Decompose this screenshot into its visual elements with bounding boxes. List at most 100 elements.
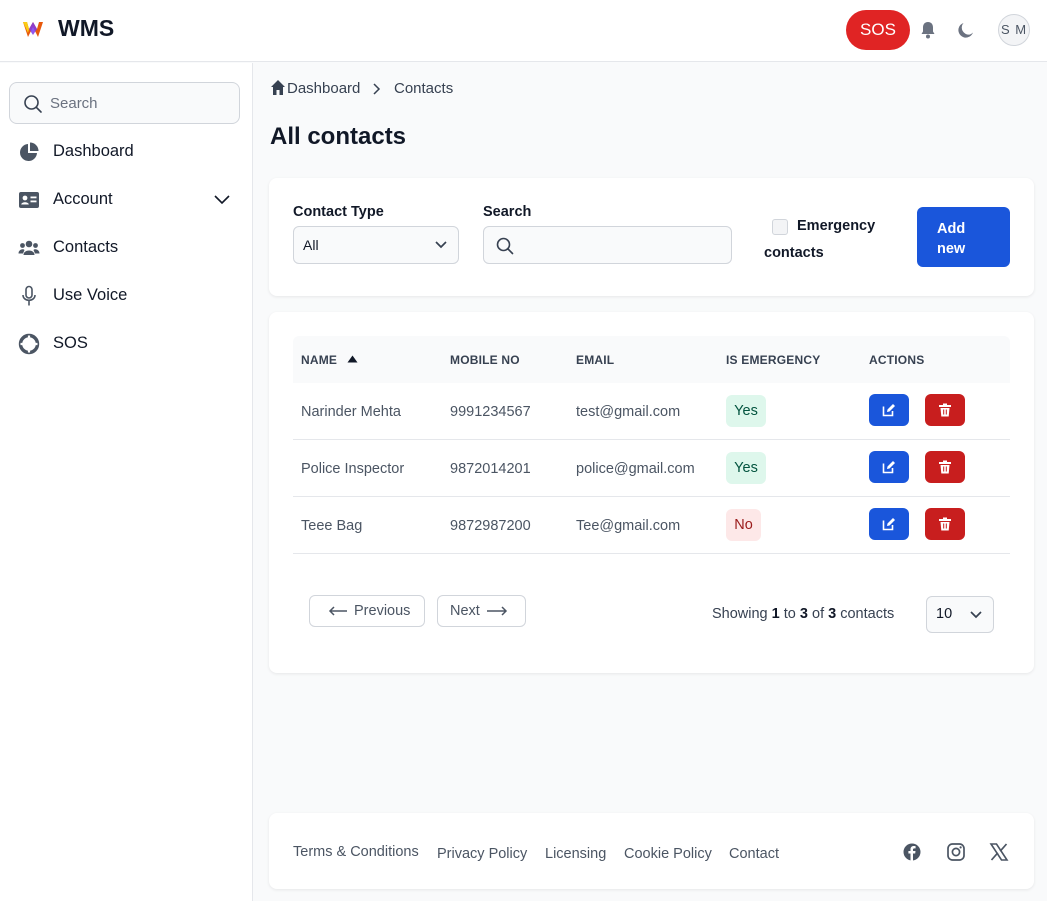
sidebar-item-label: Use Voice <box>53 286 128 304</box>
edit-button[interactable] <box>869 451 909 483</box>
instagram-icon[interactable] <box>946 842 966 862</box>
showing-suffix: contacts <box>840 606 895 622</box>
arrow-left-icon <box>328 606 347 616</box>
x-icon[interactable] <box>989 842 1009 862</box>
emergency-badge: Yes <box>726 452 766 484</box>
search-label: Search <box>483 204 532 220</box>
edit-button[interactable] <box>869 508 909 540</box>
sidebar-search-input[interactable]: Search <box>9 82 240 124</box>
cell-name: Narinder Mehta <box>301 404 401 420</box>
cell-mobile: 9872987200 <box>450 518 531 534</box>
pagination-summary: Showing 1 to 3 of 3 contacts <box>712 606 894 622</box>
column-header-mobile: MOBILE NO <box>450 353 520 367</box>
edit-icon <box>882 518 895 531</box>
arrow-right-icon <box>487 606 508 616</box>
moon-icon[interactable] <box>956 20 976 40</box>
contacts-table-card: NAME MOBILE NO EMAIL IS EMERGENCY ACTION… <box>269 312 1034 673</box>
sidebar-item-label: Account <box>53 190 113 208</box>
contacts-search-input[interactable] <box>483 226 732 264</box>
trash-icon <box>939 517 951 531</box>
pie-chart-icon <box>20 142 39 161</box>
sidebar-item-dashboard[interactable]: Dashboard <box>0 132 253 172</box>
per-page-select[interactable]: 10 <box>926 596 994 633</box>
chevron-down-icon <box>970 611 982 619</box>
brand-name[interactable]: WMS <box>58 15 114 42</box>
cell-email: test@gmail.com <box>576 404 681 420</box>
edit-button[interactable] <box>869 394 909 426</box>
sidebar-item-sos[interactable]: SOS <box>0 324 253 364</box>
next-label: Next <box>450 603 480 619</box>
emergency-badge: Yes <box>726 395 766 427</box>
cell-email: police@gmail.com <box>576 461 695 477</box>
sidebar-search-placeholder: Search <box>50 95 98 112</box>
previous-label: Previous <box>354 603 411 619</box>
cell-name: Police Inspector <box>301 461 405 477</box>
sidebar-item-use-voice[interactable]: Use Voice <box>0 276 253 316</box>
cell-name: Teee Bag <box>301 518 363 534</box>
edit-icon <box>882 461 895 474</box>
user-avatar[interactable]: S M <box>998 14 1030 46</box>
trash-icon <box>939 460 951 474</box>
top-header: WMS SOS S M <box>0 0 1047 62</box>
contact-type-select[interactable]: All <box>293 226 459 264</box>
table-row: Police Inspector 9872014201 police@gmail… <box>293 440 1010 497</box>
sort-ascending-icon[interactable] <box>347 355 358 363</box>
table-header: NAME MOBILE NO EMAIL IS EMERGENCY ACTION… <box>293 336 1010 383</box>
wms-logo-icon[interactable] <box>20 16 46 42</box>
sos-button[interactable]: SOS <box>846 10 910 50</box>
sidebar-item-account[interactable]: Account <box>0 180 253 220</box>
footer-link-terms[interactable]: Terms & Conditions <box>293 844 419 860</box>
footer-link-contact[interactable]: Contact <box>729 846 779 862</box>
per-page-value: 10 <box>936 606 953 622</box>
delete-button[interactable] <box>925 508 965 540</box>
id-card-icon <box>19 192 39 208</box>
column-header-actions: ACTIONS <box>869 353 925 367</box>
footer-link-cookie[interactable]: Cookie Policy <box>624 846 712 862</box>
add-new-label-2: new <box>937 241 966 257</box>
delete-button[interactable] <box>925 394 965 426</box>
sidebar-item-contacts[interactable]: Contacts <box>0 228 253 268</box>
emergency-contacts-label: Emergency <box>797 218 876 234</box>
showing-prefix: Showing <box>712 606 768 622</box>
breadcrumb-dashboard-link[interactable]: Dashboard <box>287 80 360 97</box>
contact-type-value: All <box>303 237 319 253</box>
footer-link-privacy[interactable]: Privacy Policy <box>437 846 527 862</box>
column-header-email: EMAIL <box>576 353 615 367</box>
sidebar-item-label: Dashboard <box>53 142 134 160</box>
previous-button[interactable]: Previous <box>309 595 425 627</box>
cell-email: Tee@gmail.com <box>576 518 681 534</box>
search-icon <box>496 237 514 255</box>
footer-link-licensing[interactable]: Licensing <box>545 846 606 862</box>
showing-to: 3 <box>799 606 808 622</box>
delete-button[interactable] <box>925 451 965 483</box>
showing-total: 3 <box>828 606 837 622</box>
chevron-down-icon <box>435 241 447 249</box>
emergency-checkbox[interactable] <box>772 219 788 235</box>
contact-type-label: Contact Type <box>293 204 384 220</box>
cell-mobile: 9991234567 <box>450 404 531 420</box>
breadcrumb-current: Contacts <box>394 80 454 97</box>
column-header-name[interactable]: NAME <box>301 353 337 367</box>
lifebuoy-icon <box>18 333 40 355</box>
chevron-down-icon[interactable] <box>213 192 231 206</box>
page-title: All contacts <box>270 123 407 150</box>
emergency-contacts-label-2: contacts <box>764 245 824 261</box>
microphone-icon <box>22 285 36 306</box>
next-button[interactable]: Next <box>437 595 526 627</box>
bell-icon[interactable] <box>918 20 938 40</box>
table-row: Teee Bag 9872987200 Tee@gmail.com No <box>293 497 1010 554</box>
chevron-right-icon <box>373 83 381 95</box>
edit-icon <box>882 404 895 417</box>
add-new-button[interactable]: Add new <box>917 207 1010 267</box>
table-row: Narinder Mehta 9991234567 test@gmail.com… <box>293 383 1010 440</box>
sidebar-item-label: Contacts <box>53 238 119 256</box>
sidebar: Search Dashboard Account Contacts Use Vo… <box>0 63 253 901</box>
filters-card: Contact Type All Search Emergency contac… <box>269 178 1034 296</box>
users-icon <box>18 240 40 255</box>
column-header-emergency: IS EMERGENCY <box>726 353 821 367</box>
facebook-icon[interactable] <box>902 842 922 862</box>
showing-to-word: to <box>783 606 796 622</box>
search-icon <box>24 95 42 113</box>
home-icon[interactable] <box>270 79 286 96</box>
add-new-label-1: Add <box>937 221 966 237</box>
